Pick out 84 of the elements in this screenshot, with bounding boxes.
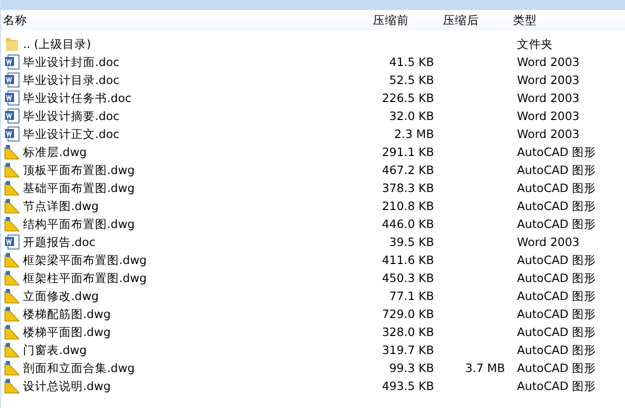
file-name[interactable]: 毕业设计目录.doc (23, 72, 120, 88)
original-size: 2.3 MB (394, 127, 434, 141)
file-type: Word 2003 (517, 91, 580, 105)
file-type: AutoCAD 图形 (517, 144, 596, 158)
file-name[interactable]: 基础平面布置图.dwg (23, 180, 135, 196)
original-size: 493.5 KB (382, 379, 434, 393)
file-name[interactable]: 标准层.dwg (23, 144, 87, 160)
file-name[interactable]: 开题报告.doc (23, 234, 96, 250)
document-icon (4, 108, 20, 124)
original-size: 52.5 KB (389, 73, 434, 87)
file-type: Word 2003 (517, 73, 580, 87)
file-type: AutoCAD 图形 (517, 252, 596, 266)
document-icon (4, 126, 20, 142)
original-size: 32.0 KB (389, 109, 434, 123)
file-type: 文件夹 (517, 36, 553, 50)
original-size: 99.3 KB (389, 361, 434, 375)
drawing-file-icon (4, 162, 20, 178)
file-type: AutoCAD 图形 (517, 342, 596, 356)
column-heading[interactable]: 类型 (509, 12, 537, 28)
file-type: AutoCAD 图形 (517, 360, 596, 374)
file-type: AutoCAD 图形 (517, 306, 596, 320)
original-size: 467.2 KB (382, 163, 434, 177)
file-name[interactable]: 立面修改.dwg (23, 288, 99, 304)
drawing-file-icon (4, 198, 20, 214)
file-name[interactable]: 设计总说明.dwg (23, 378, 111, 394)
file-name[interactable]: 顶板平面布置图.dwg (23, 162, 135, 178)
drawing-file-icon (4, 216, 20, 232)
column-heading[interactable]: 压缩前 (369, 12, 439, 28)
original-size: 729.0 KB (382, 307, 434, 321)
file-type: AutoCAD 图形 (517, 162, 596, 176)
file-name[interactable]: 毕业设计摘要.doc (23, 108, 120, 124)
column-heading[interactable]: 名称 (1, 12, 369, 28)
file-type: AutoCAD 图形 (517, 216, 596, 230)
document-icon (4, 72, 20, 88)
file-name[interactable]: .. (上级目录) (23, 36, 91, 52)
file-type: Word 2003 (517, 235, 580, 249)
file-name[interactable]: 楼梯配筋图.dwg (23, 306, 111, 322)
original-size: 39.5 KB (389, 235, 434, 249)
file-type: Word 2003 (517, 109, 580, 123)
drawing-file-icon (4, 378, 20, 394)
original-size: 446.0 KB (382, 217, 434, 231)
column-heading[interactable]: 压缩后 (439, 12, 509, 28)
original-size: 77.1 KB (389, 289, 434, 303)
drawing-file-icon (4, 360, 20, 376)
drawing-file-icon (4, 342, 20, 358)
file-name[interactable]: 毕业设计正文.doc (23, 126, 120, 142)
compressed-size: 3.7 MB (465, 361, 505, 375)
file-name[interactable]: 框架柱平面布置图.dwg (23, 270, 147, 286)
file-name[interactable]: 毕业设计封面.doc (23, 54, 120, 70)
drawing-file-icon (4, 144, 20, 160)
original-size: 450.3 KB (382, 271, 434, 285)
drawing-file-icon (4, 270, 20, 286)
file-name[interactable]: 节点详图.dwg (23, 198, 99, 214)
original-size: 411.6 KB (382, 253, 434, 267)
document-icon (4, 234, 20, 250)
file-type: AutoCAD 图形 (517, 378, 596, 392)
file-type: AutoCAD 图形 (517, 198, 596, 212)
document-icon (4, 54, 20, 70)
file-type: Word 2003 (517, 127, 580, 141)
original-size: 328.0 KB (382, 325, 434, 339)
original-size: 210.8 KB (382, 199, 434, 213)
file-name[interactable]: 框架梁平面布置图.dwg (23, 252, 147, 268)
drawing-file-icon (4, 306, 20, 322)
folder-icon (4, 36, 20, 52)
file-type: AutoCAD 图形 (517, 180, 596, 194)
file-type: AutoCAD 图形 (517, 288, 596, 302)
file-type: Word 2003 (517, 55, 580, 69)
drawing-file-icon (4, 288, 20, 304)
file-name[interactable]: 楼梯平面图.dwg (23, 324, 111, 340)
original-size: 226.5 KB (382, 91, 434, 105)
original-size: 291.1 KB (382, 145, 434, 159)
drawing-file-icon (4, 324, 20, 340)
original-size: 41.5 KB (389, 55, 434, 69)
original-size: 378.3 KB (382, 181, 434, 195)
drawing-file-icon (4, 252, 20, 268)
file-name[interactable]: 剖面和立面合集.dwg (23, 360, 135, 376)
file-name[interactable]: 门窗表.dwg (23, 342, 87, 358)
file-name[interactable]: 毕业设计任务书.doc (23, 90, 132, 106)
original-size: 319.7 KB (382, 343, 434, 357)
file-type: AutoCAD 图形 (517, 270, 596, 284)
document-icon (4, 90, 20, 106)
file-type: AutoCAD 图形 (517, 324, 596, 338)
file-name[interactable]: 结构平面布置图.dwg (23, 216, 135, 232)
drawing-file-icon (4, 180, 20, 196)
